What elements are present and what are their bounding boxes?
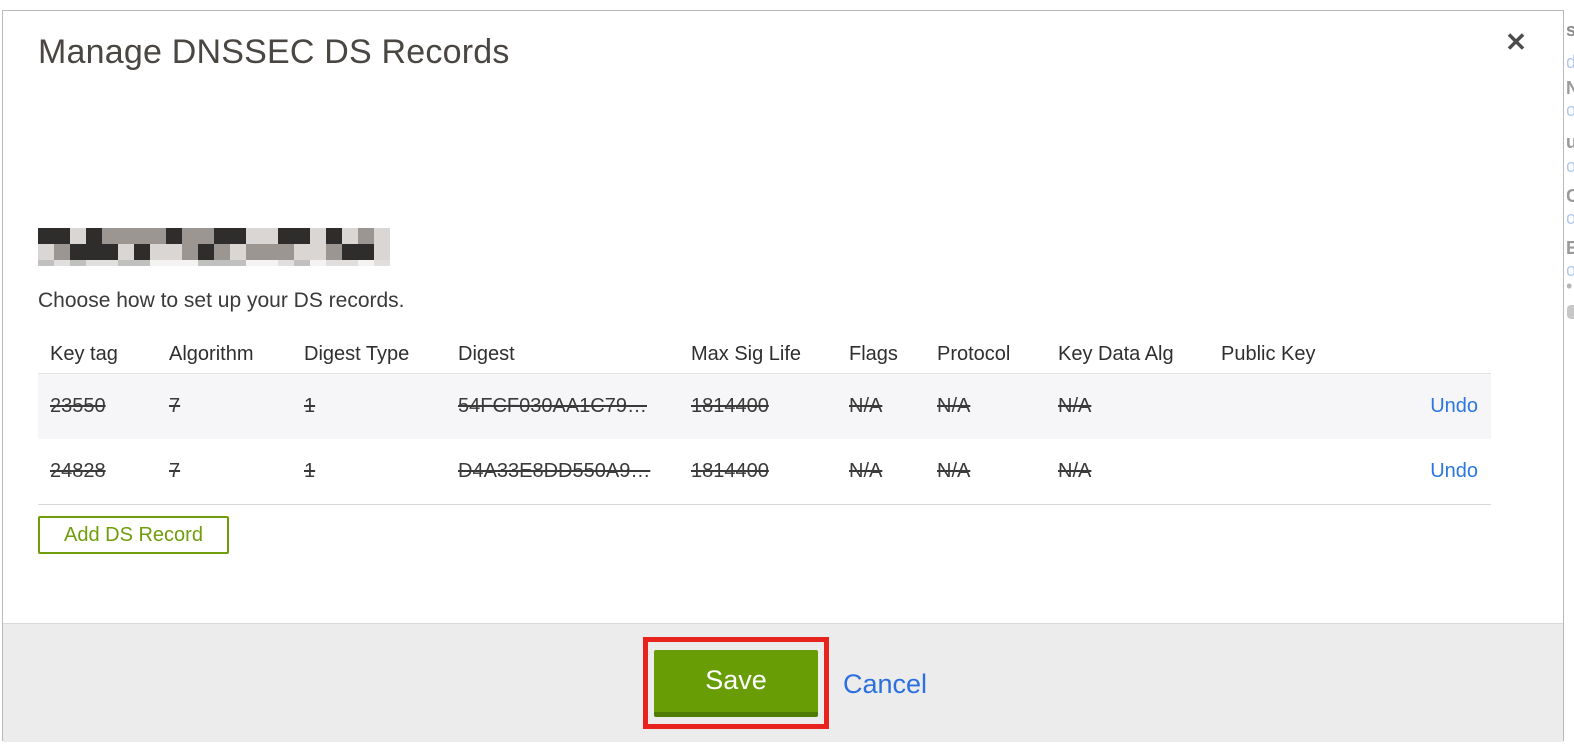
table-row: 24828 7 1 D4A33E8DD550A9… 1814400 N/A N/… — [38, 439, 1491, 505]
cell-digest-type: 1 — [304, 395, 316, 417]
table-row: 23550 7 1 54FCF030AA1C79… 1814400 N/A N/… — [38, 373, 1491, 439]
col-header-algorithm: Algorithm — [169, 336, 304, 374]
cell-key-data-alg: N/A — [1058, 460, 1092, 482]
cancel-link[interactable]: Cancel — [843, 669, 927, 700]
col-header-digest: Digest — [458, 336, 691, 374]
undo-link[interactable]: Undo — [1430, 460, 1478, 482]
redacted-domain-name — [38, 228, 390, 266]
save-button[interactable]: Save — [654, 649, 818, 717]
cell-algorithm: 7 — [169, 395, 181, 417]
col-header-key-data-alg: Key Data Alg — [1058, 336, 1221, 374]
undo-link[interactable]: Undo — [1430, 395, 1478, 417]
col-header-public-key: Public Key — [1221, 336, 1376, 374]
cell-flags: N/A — [849, 460, 883, 482]
cell-flags: N/A — [849, 395, 883, 417]
col-header-flags: Flags — [849, 336, 937, 374]
cell-key-data-alg: N/A — [1058, 395, 1092, 417]
col-header-digest-type: Digest Type — [304, 336, 458, 374]
cell-max-sig-life: 1814400 — [691, 460, 769, 482]
close-icon[interactable]: ✕ — [1499, 25, 1533, 59]
manage-dnssec-modal: Manage DNSSEC DS Records ✕ Choose how to… — [2, 10, 1564, 742]
col-header-actions — [1376, 336, 1491, 374]
page-title: Manage DNSSEC DS Records — [38, 33, 510, 71]
add-ds-record-button[interactable]: Add DS Record — [38, 516, 229, 554]
col-header-max-sig-life: Max Sig Life — [691, 336, 849, 374]
background-page-edge: sdNouoCoEo• — [1567, 0, 1574, 746]
ds-records-table: Key tag Algorithm Digest Type Digest Max… — [38, 336, 1491, 505]
cell-digest: D4A33E8DD550A9… — [458, 460, 651, 482]
cell-key-tag: 24828 — [50, 460, 106, 482]
cell-digest: 54FCF030AA1C79… — [458, 395, 647, 417]
instruction-text: Choose how to set up your DS records. — [38, 289, 405, 312]
table-header-row: Key tag Algorithm Digest Type Digest Max… — [38, 336, 1491, 374]
col-header-key-tag: Key tag — [38, 336, 169, 374]
cell-algorithm: 7 — [169, 460, 181, 482]
cell-max-sig-life: 1814400 — [691, 395, 769, 417]
cell-protocol: N/A — [937, 460, 971, 482]
red-highlight-annotation: Save — [643, 637, 829, 729]
cell-protocol: N/A — [937, 395, 971, 417]
cell-key-tag: 23550 — [50, 395, 106, 417]
cell-digest-type: 1 — [304, 460, 316, 482]
col-header-protocol: Protocol — [937, 336, 1058, 374]
